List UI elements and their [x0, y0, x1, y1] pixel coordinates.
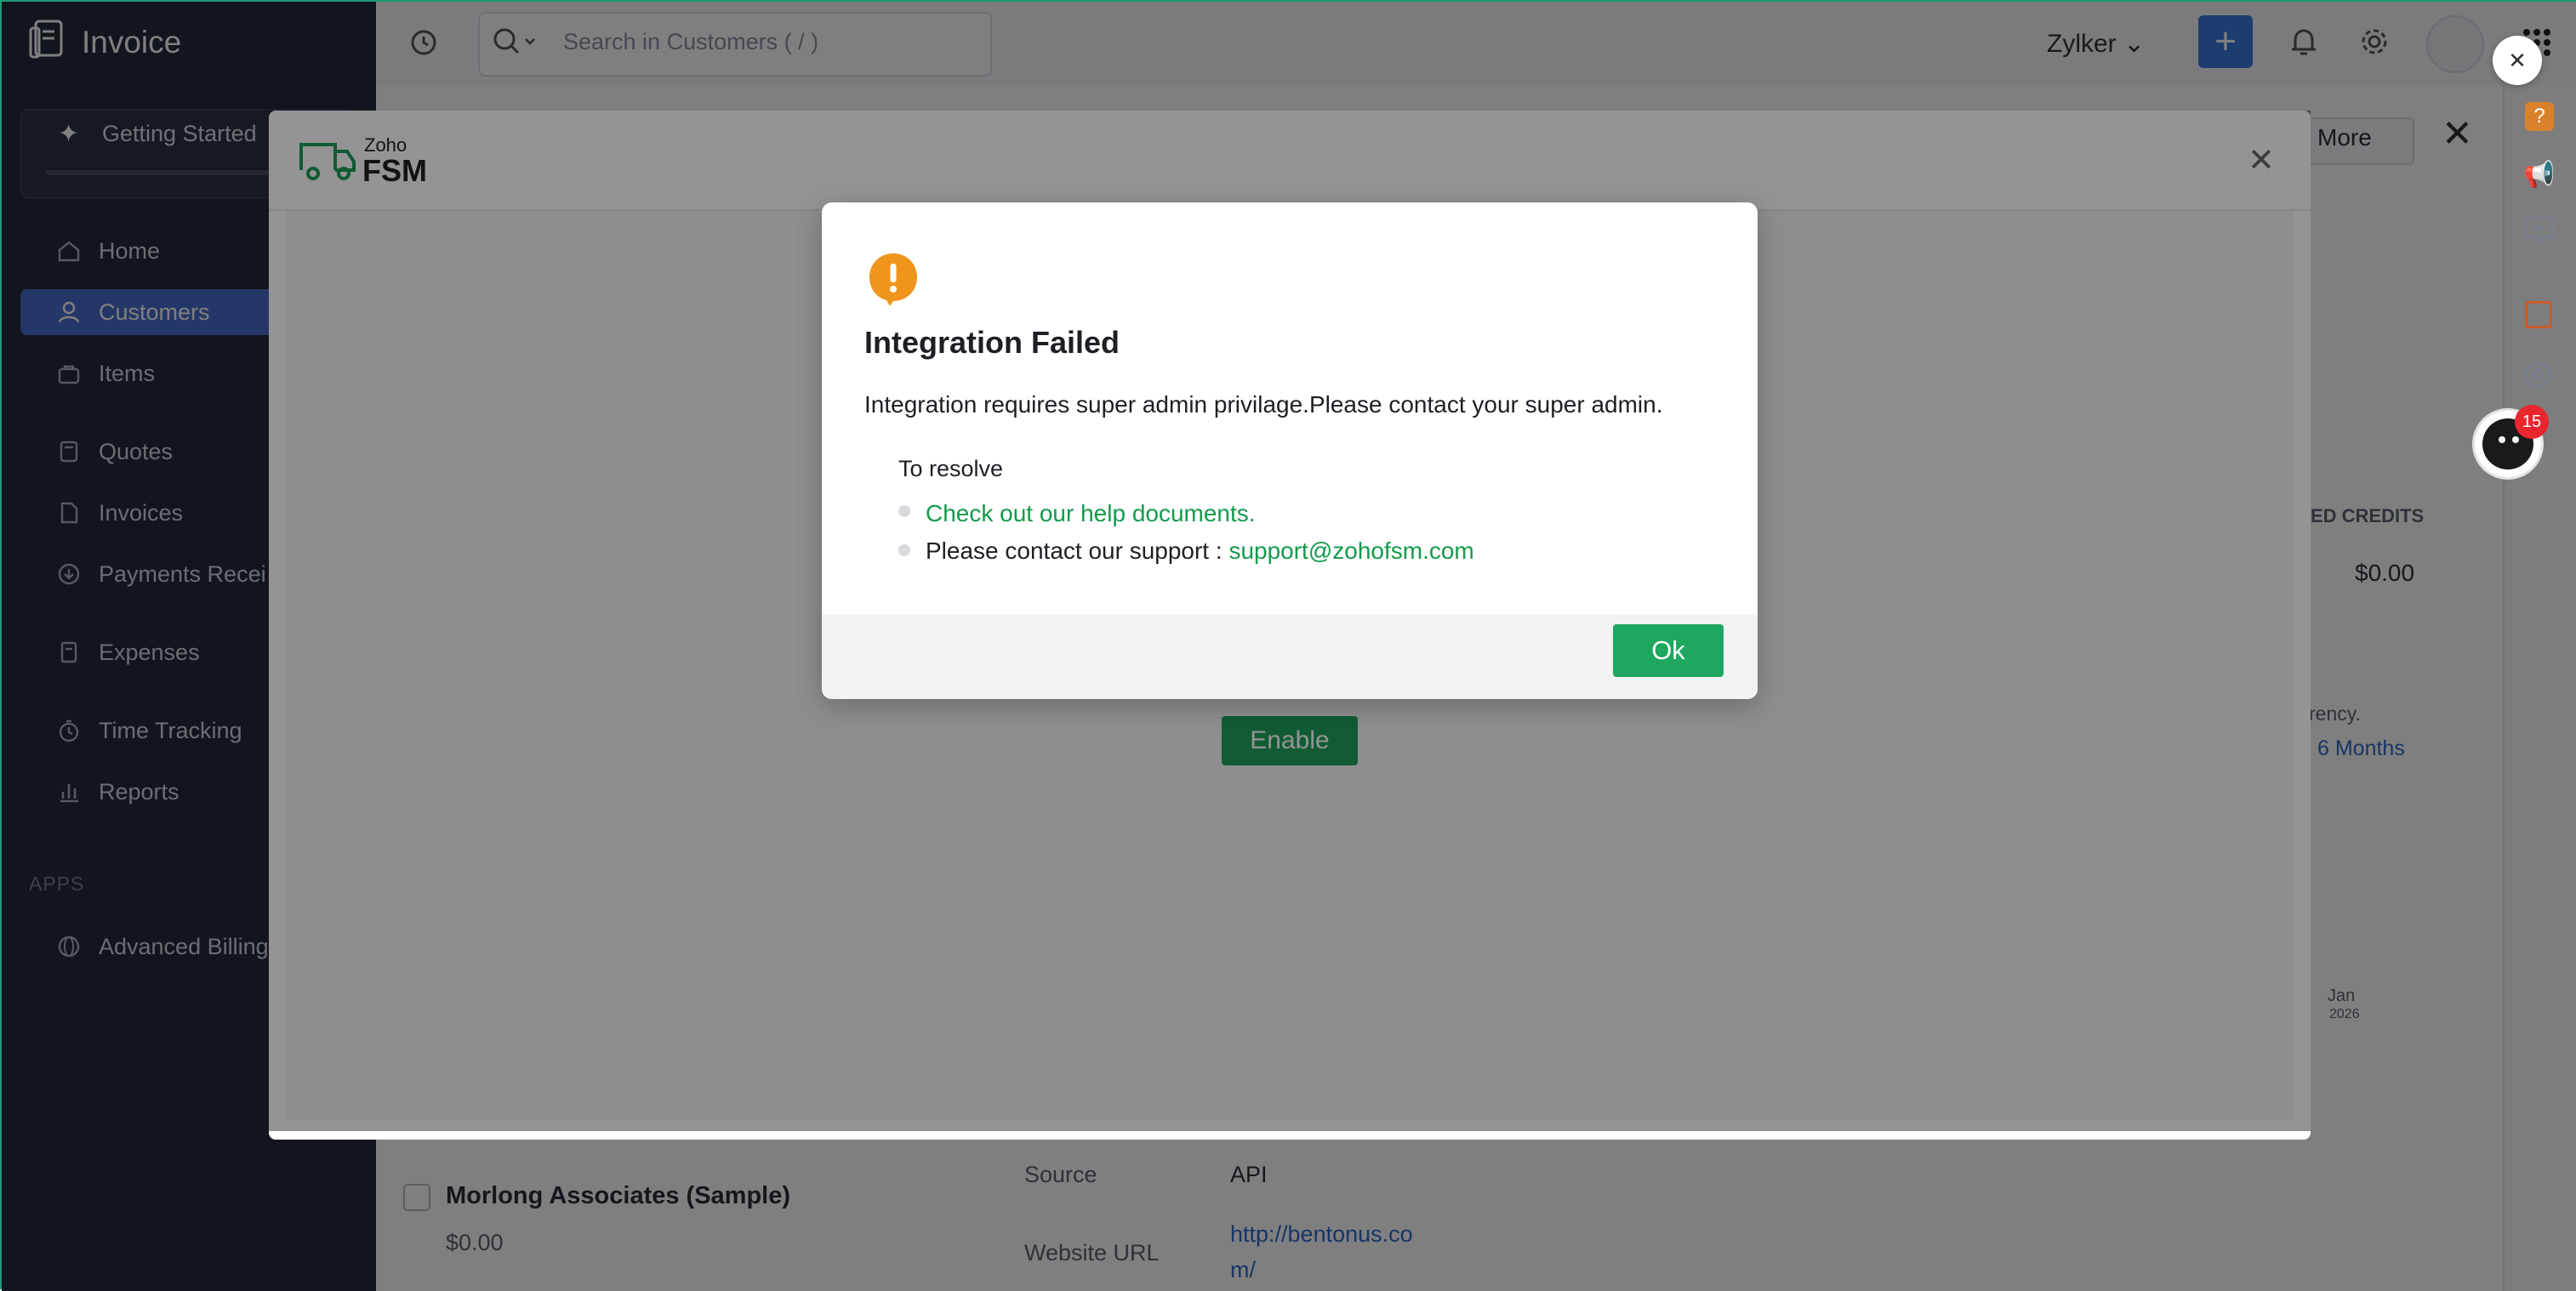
support-icon[interactable] [2522, 359, 2554, 395]
dialog-footer: Ok [822, 614, 1758, 699]
help-documents-link[interactable]: Check out our help documents. [926, 500, 1256, 527]
support-text: Please contact our support : [926, 537, 1229, 564]
close-icon[interactable]: ✕ [2493, 36, 2542, 85]
ok-button[interactable]: Ok [1613, 624, 1724, 677]
integration-failed-dialog: Integration Failed Integration requires … [822, 202, 1758, 699]
support-email-link[interactable]: support@zohofsm.com [1228, 537, 1473, 564]
notification-badge: 15 [2515, 405, 2549, 439]
support-line: Please contact our support : support@zoh… [926, 537, 1474, 565]
dialog-title: Integration Failed [864, 325, 1120, 360]
video-icon[interactable] [2523, 216, 2556, 251]
bullet-dot [898, 505, 910, 517]
help-icon[interactable]: ? [2525, 102, 2554, 131]
bullet-dot [898, 544, 910, 556]
warning-icon [868, 252, 919, 312]
megaphone-icon[interactable]: 📢 [2523, 160, 2555, 190]
dialog-message: Integration requires super admin privila… [864, 391, 1663, 418]
notes-icon[interactable] [2525, 301, 2552, 328]
resolve-label: To resolve [898, 456, 1004, 481]
